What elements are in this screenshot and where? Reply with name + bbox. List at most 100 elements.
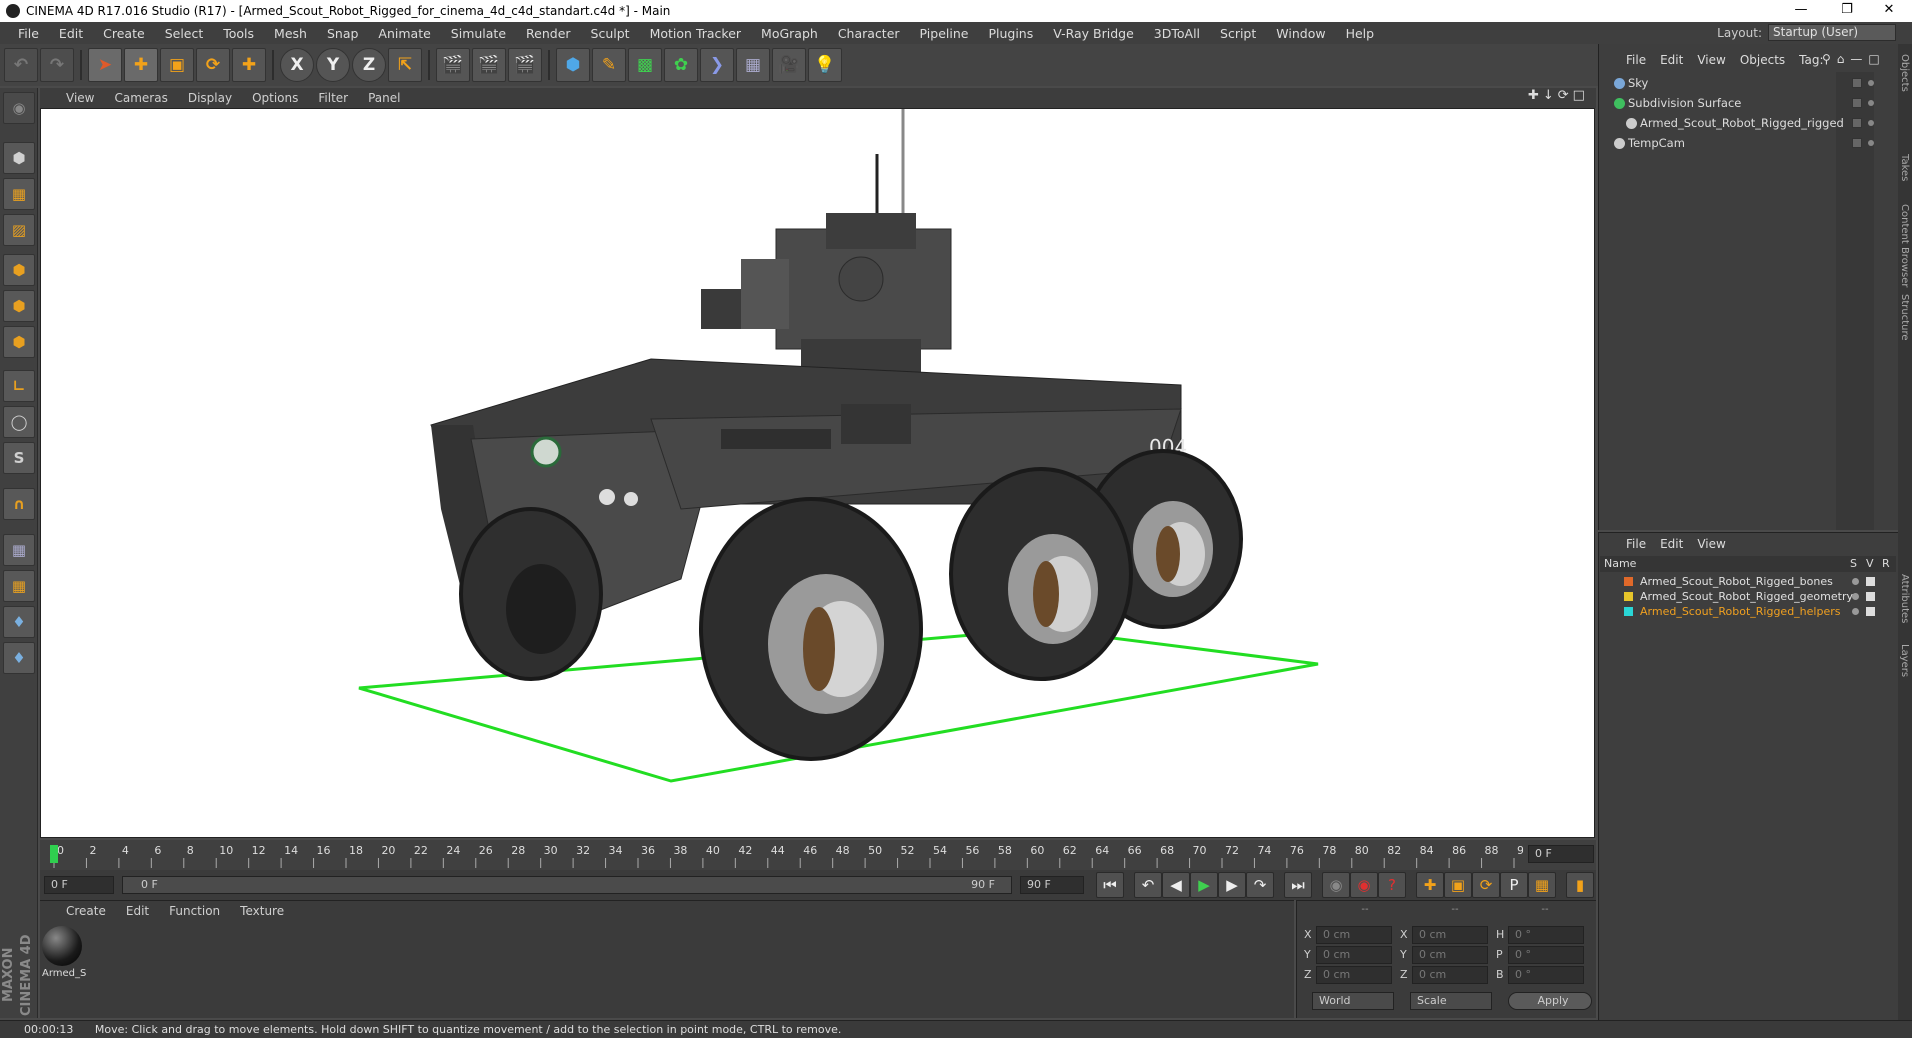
layer-visible-icon[interactable] xyxy=(1866,577,1875,586)
previous-key-button[interactable]: ↶ xyxy=(1134,872,1162,898)
coordinate-system-select[interactable]: World xyxy=(1312,992,1394,1010)
viewport-menu-display[interactable]: Display xyxy=(188,91,232,105)
planar-workplane-button[interactable]: ▦ xyxy=(3,570,35,602)
preview-range-slider[interactable]: 0 F 90 F xyxy=(122,876,1012,894)
dock-tab-objects[interactable]: Objects xyxy=(1899,54,1910,92)
menu-mesh[interactable]: Mesh xyxy=(264,26,317,41)
coordinate-system-button[interactable]: ⇱ xyxy=(388,48,422,82)
go-to-end-button[interactable]: ⏭ xyxy=(1284,872,1312,898)
render-view-button[interactable]: 🎬 xyxy=(436,48,470,82)
key-parameter-button[interactable]: P xyxy=(1500,872,1528,898)
polygons-mode-button[interactable]: ⬢ xyxy=(3,326,35,358)
layer-visible-icon[interactable] xyxy=(1866,592,1875,601)
menu-character[interactable]: Character xyxy=(828,26,910,41)
object-manager-search-icons[interactable]: ⚲⌂—□ xyxy=(1822,52,1894,68)
visibility-dot-icon[interactable] xyxy=(1852,118,1862,128)
snap-button[interactable]: S xyxy=(3,442,35,474)
undo-button[interactable]: ↶ xyxy=(4,48,38,82)
play-button[interactable]: ▶ xyxy=(1190,872,1218,898)
minimize-button[interactable]: — xyxy=(1778,0,1824,22)
material-menu-function[interactable]: Function xyxy=(169,904,220,918)
render-settings-button[interactable]: 🎬 xyxy=(508,48,542,82)
viewport-nav-icons[interactable]: ✚↓⟳□ xyxy=(1528,88,1596,108)
apply-button[interactable]: Apply xyxy=(1508,992,1592,1010)
material-swatch[interactable]: Armed_S xyxy=(42,926,86,980)
dock-tab-structure[interactable]: Structure xyxy=(1899,294,1910,341)
viewport-menu-filter[interactable]: Filter xyxy=(318,91,348,105)
menu-mograph[interactable]: MoGraph xyxy=(751,26,828,41)
rotate-tool-button[interactable]: ⟳ xyxy=(196,48,230,82)
coord-value-field[interactable]: 0 ° xyxy=(1508,926,1584,944)
menu-motion-tracker[interactable]: Motion Tracker xyxy=(640,26,751,41)
menu-v-ray-bridge[interactable]: V-Ray Bridge xyxy=(1043,26,1144,41)
camera-object-button[interactable]: 🎥 xyxy=(772,48,806,82)
coord-value-field[interactable]: 0 cm xyxy=(1316,946,1392,964)
go-to-start-button[interactable]: ⏮ xyxy=(1096,872,1124,898)
coord-value-field[interactable]: 0 ° xyxy=(1508,946,1584,964)
model-mode-button[interactable]: ⬢ xyxy=(3,142,35,174)
points-mode-button[interactable]: ⬢ xyxy=(3,254,35,286)
menu-render[interactable]: Render xyxy=(516,26,581,41)
key-rotation-button[interactable]: ⟳ xyxy=(1472,872,1500,898)
layer-solo-dot-icon[interactable] xyxy=(1852,608,1859,615)
menu-window[interactable]: Window xyxy=(1266,26,1335,41)
python-script-button[interactable]: ♦ xyxy=(3,606,35,638)
floor-object-button[interactable]: ▦ xyxy=(736,48,770,82)
move-tool-button[interactable]: ✚ xyxy=(124,48,158,82)
layout-select[interactable]: Startup (User) xyxy=(1768,24,1896,41)
coord-value-field[interactable]: 0 cm xyxy=(1412,926,1488,944)
layer-solo-dot-icon[interactable] xyxy=(1852,593,1859,600)
menu-help[interactable]: Help xyxy=(1336,26,1385,41)
scale-tool-button[interactable]: ▣ xyxy=(160,48,194,82)
render-dot-icon[interactable] xyxy=(1868,100,1874,106)
timeline-window-button[interactable]: ▮ xyxy=(1566,872,1594,898)
record-active-button[interactable]: ◉ xyxy=(1350,872,1378,898)
magnet-button[interactable]: ∩ xyxy=(3,488,35,520)
subdivision-surface-button[interactable]: ▩ xyxy=(628,48,662,82)
previous-frame-button[interactable]: ◀ xyxy=(1162,872,1190,898)
x-axis-lock-button[interactable]: X xyxy=(280,48,314,82)
edges-mode-button[interactable]: ⬢ xyxy=(3,290,35,322)
layers-menu-edit[interactable]: Edit xyxy=(1660,537,1683,551)
redo-button[interactable]: ↷ xyxy=(40,48,74,82)
objects-menu-view[interactable]: View xyxy=(1697,53,1725,67)
render-dot-icon[interactable] xyxy=(1868,140,1874,146)
close-button[interactable]: ✕ xyxy=(1866,0,1912,22)
dock-tab-takes[interactable]: Takes xyxy=(1899,154,1910,181)
record-keys-off-button[interactable]: ◉ xyxy=(1322,872,1350,898)
cloner-button[interactable]: ✿ xyxy=(664,48,698,82)
end-frame-field[interactable]: 90 F xyxy=(1020,876,1084,894)
menu-snap[interactable]: Snap xyxy=(317,26,368,41)
viewport-perspective[interactable]: 004 xyxy=(40,108,1595,838)
texture-mode-button[interactable]: ▦ xyxy=(3,178,35,210)
tweak-mode-button[interactable]: ◯ xyxy=(3,406,35,438)
menu-animate[interactable]: Animate xyxy=(368,26,440,41)
render-picture-viewer-button[interactable]: 🎬 xyxy=(472,48,506,82)
maximize-button[interactable]: ❐ xyxy=(1824,0,1870,22)
coord-value-field[interactable]: 0 cm xyxy=(1316,966,1392,984)
menu-edit[interactable]: Edit xyxy=(49,26,93,41)
render-dot-icon[interactable] xyxy=(1868,120,1874,126)
spline-pen-button[interactable]: ✎ xyxy=(592,48,626,82)
deformer-button[interactable]: ❯ xyxy=(700,48,734,82)
menu-select[interactable]: Select xyxy=(155,26,214,41)
layer-row[interactable]: Armed_Scout_Robot_Rigged_bones xyxy=(1600,574,1896,589)
coord-value-field[interactable]: 0 cm xyxy=(1316,926,1392,944)
layer-visible-icon[interactable] xyxy=(1866,607,1875,616)
workplane-mode-button[interactable]: ▨ xyxy=(3,214,35,246)
make-editable-button[interactable]: ◉ xyxy=(3,92,35,124)
next-frame-button[interactable]: ▶ xyxy=(1218,872,1246,898)
recent-tool-button[interactable]: ✚ xyxy=(232,48,266,82)
coord-value-field[interactable]: 0 cm xyxy=(1412,946,1488,964)
objects-menu-edit[interactable]: Edit xyxy=(1660,53,1683,67)
menu-plugins[interactable]: Plugins xyxy=(978,26,1043,41)
light-object-button[interactable]: 💡 xyxy=(808,48,842,82)
start-frame-field[interactable]: 0 F xyxy=(44,876,114,894)
objects-menu-objects[interactable]: Objects xyxy=(1740,53,1785,67)
object-row[interactable]: Sky xyxy=(1600,74,1874,93)
visibility-dot-icon[interactable] xyxy=(1852,98,1862,108)
menu-sculpt[interactable]: Sculpt xyxy=(581,26,640,41)
viewport-menu-cameras[interactable]: Cameras xyxy=(114,91,167,105)
object-row[interactable]: Subdivision Surface xyxy=(1600,94,1874,113)
coord-value-field[interactable]: 0 cm xyxy=(1412,966,1488,984)
